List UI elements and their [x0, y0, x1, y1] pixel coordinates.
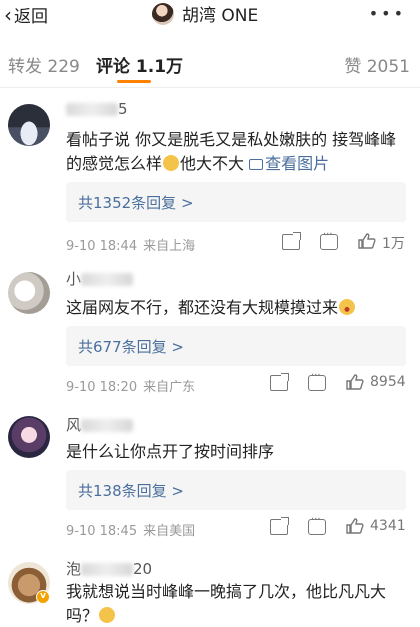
active-tab-indicator — [117, 80, 151, 83]
like-icon[interactable] — [358, 233, 376, 249]
tab-bar: 转发 229 评论 1.1万 赞 2051 — [0, 44, 420, 88]
comment-meta: 9-10 18:20 来自广东 — [66, 376, 195, 395]
comment-time: 9-10 18:20 — [66, 380, 138, 395]
emoji-icon — [163, 155, 180, 171]
reply-icon[interactable] — [308, 514, 326, 535]
redacted-name — [81, 273, 134, 286]
avatar[interactable] — [8, 104, 50, 146]
laughing-emoji-icon — [339, 299, 356, 315]
reply-icon[interactable] — [308, 370, 326, 391]
emoji-icon — [99, 607, 116, 623]
view-image-link[interactable]: 查看图片 — [249, 154, 329, 173]
tab-reposts[interactable]: 转发 229 — [8, 52, 80, 77]
back-label: 返回 — [14, 7, 48, 27]
tab-comments[interactable]: 评论 1.1万 — [96, 52, 183, 77]
avatar[interactable] — [152, 2, 174, 25]
post-author[interactable]: 胡湾 ONE — [152, 1, 258, 26]
replies-box[interactable]: 共1352条回复 > — [66, 182, 406, 222]
verified-badge-icon: v — [36, 590, 50, 604]
comment-location: 来自上海 — [143, 239, 196, 254]
comment-text: 这届网友不行，都还没有大规模摸过来 — [66, 296, 406, 320]
like-count: 8954 — [370, 374, 406, 390]
top-bar: ‹ 返回 胡湾 ONE ••• — [0, 0, 420, 30]
page-title[interactable]: 胡湾 ONE — [182, 1, 258, 26]
comment-text: 我就想说当时峰峰一晚搞了几次，他比凡凡大吗？ — [66, 582, 387, 625]
chevron-left-icon: ‹ — [4, 2, 12, 27]
comment-meta: 9-10 18:45 来自美国 — [66, 520, 195, 539]
share-icon[interactable] — [282, 232, 301, 250]
comment-text: 是什么让你点开了按时间排序 — [66, 442, 275, 461]
avatar[interactable] — [8, 416, 50, 458]
redacted-name — [66, 103, 118, 116]
like-count: 1万 — [382, 236, 405, 252]
comment-location: 来自美国 — [143, 524, 196, 539]
comment-username[interactable]: 5 — [66, 100, 128, 118]
more-options-icon[interactable]: ••• — [369, 4, 406, 23]
comment-text: 看帖子说 你又是脱毛又是私处嫩肤的 接驾峰峰的感觉怎么样 他大不大 查看图片 — [66, 130, 397, 173]
comment-username[interactable]: 小 — [66, 268, 134, 289]
comment-username[interactable]: 风 — [66, 414, 134, 435]
comment-time: 9-10 18:45 — [66, 524, 138, 539]
like-icon[interactable] — [346, 374, 364, 390]
tab-likes[interactable]: 赞 2051 — [344, 52, 410, 77]
share-icon[interactable] — [270, 373, 289, 391]
replies-box[interactable]: 共138条回复 > — [66, 470, 406, 510]
comment-time: 9-10 18:44 — [66, 239, 138, 254]
redacted-name — [81, 563, 134, 576]
replies-link[interactable]: 共138条回复 > — [78, 480, 184, 501]
reply-icon[interactable] — [320, 229, 338, 250]
like-count: 4341 — [370, 518, 406, 534]
like-icon[interactable] — [346, 518, 364, 534]
replies-link[interactable]: 共677条回复 > — [78, 336, 184, 357]
comment-username[interactable]: 泡 20 — [66, 558, 152, 579]
redacted-name — [81, 419, 134, 432]
picture-icon — [249, 159, 264, 170]
comment-location: 来自广东 — [143, 380, 196, 395]
share-icon[interactable] — [270, 517, 289, 535]
back-button[interactable]: ‹ 返回 — [4, 2, 48, 28]
replies-box[interactable]: 共677条回复 > — [66, 326, 406, 366]
replies-link[interactable]: 共1352条回复 > — [78, 192, 194, 213]
avatar[interactable] — [8, 272, 50, 314]
comment-meta: 9-10 18:44 来自上海 — [66, 235, 195, 254]
